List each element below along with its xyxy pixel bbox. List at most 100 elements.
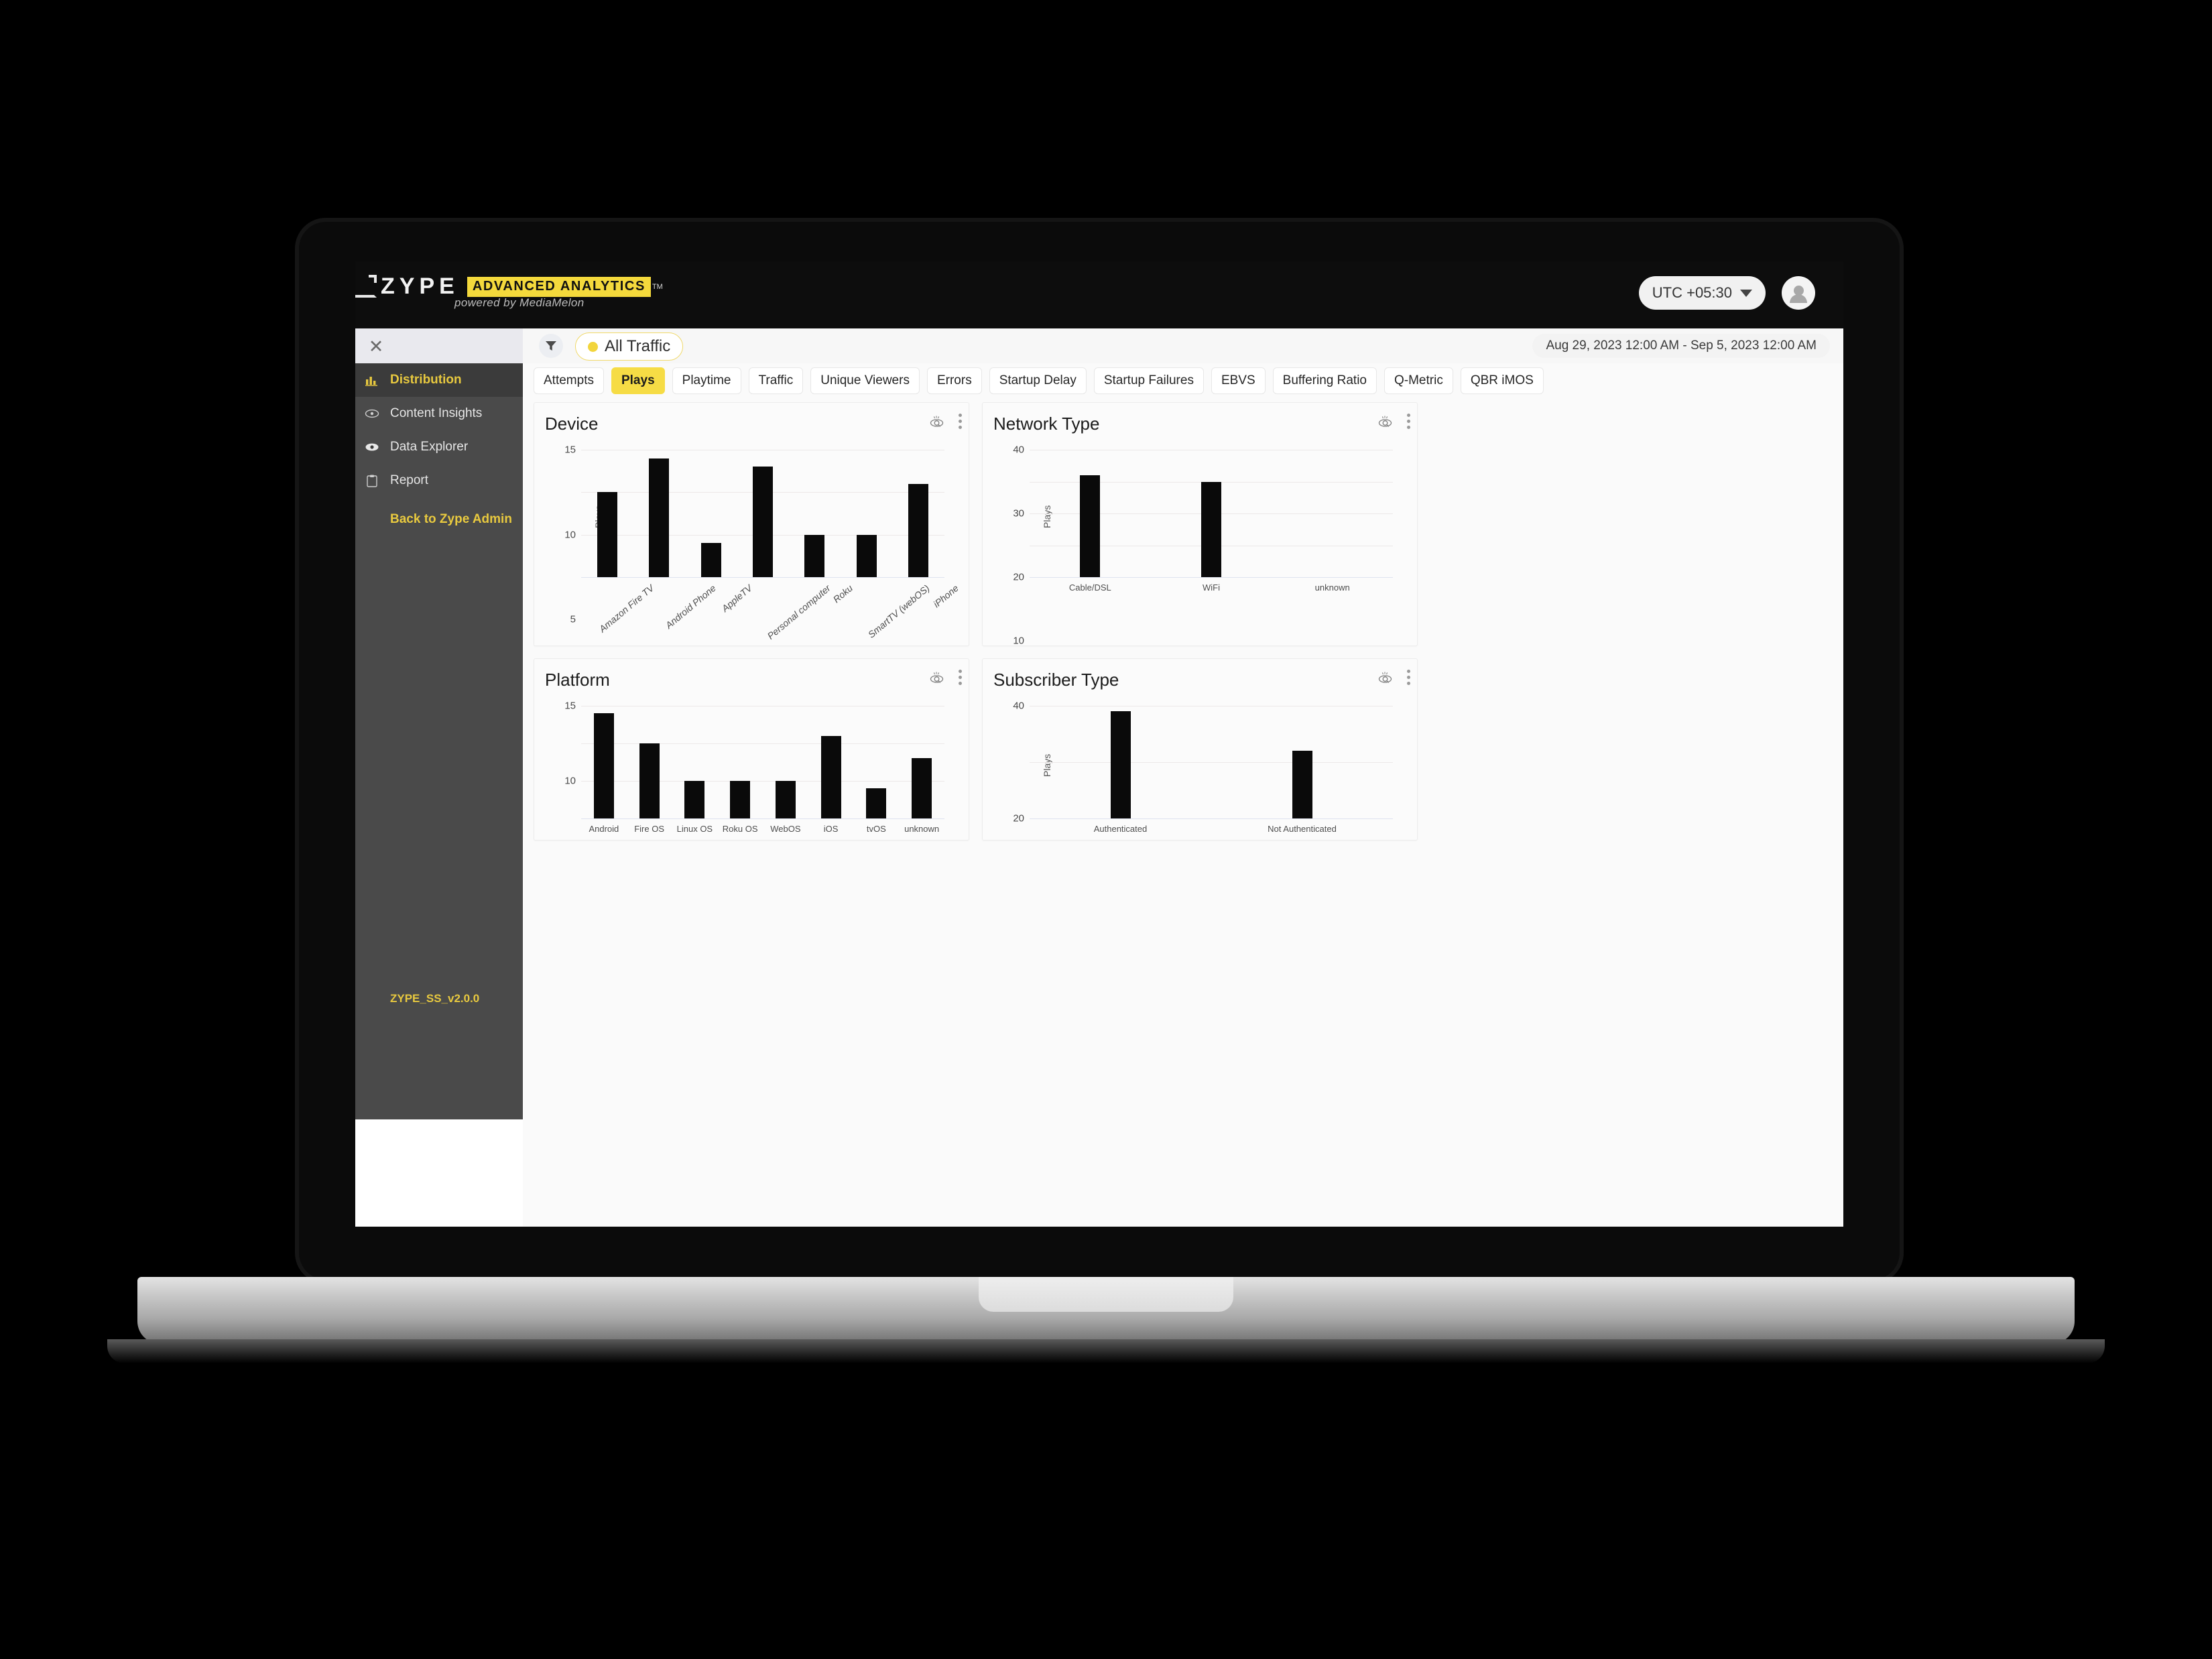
bar[interactable]: [775, 781, 796, 818]
kebab-menu-icon[interactable]: [1407, 670, 1410, 685]
bar[interactable]: [684, 781, 705, 818]
eye-insight-icon[interactable]: [1377, 671, 1395, 684]
bar[interactable]: [820, 735, 841, 818]
bar-cell[interactable]: [893, 450, 944, 577]
eye-insight-icon[interactable]: [929, 671, 946, 684]
tab-attempts[interactable]: Attempts: [534, 367, 604, 394]
kebab-menu-icon[interactable]: [1407, 414, 1410, 429]
bar-cell[interactable]: [737, 450, 788, 577]
tab-errors[interactable]: Errors: [926, 367, 982, 394]
kebab-menu-icon[interactable]: [959, 670, 962, 685]
bar[interactable]: [639, 743, 660, 818]
bar[interactable]: [1292, 751, 1312, 818]
bar[interactable]: [866, 788, 887, 818]
x-axis-tick: Personal computer: [765, 582, 833, 641]
kebab-menu-icon[interactable]: [959, 414, 962, 429]
tab-startup-delay[interactable]: Startup Delay: [989, 367, 1087, 394]
x-axis-labels: Amazon Fire TV Android Phone AppleTV Person…: [581, 582, 961, 641]
y-axis-tick: 5: [570, 613, 576, 625]
bar-cell[interactable]: [627, 706, 672, 818]
sidebar-item-distribution[interactable]: Distribution: [355, 363, 523, 397]
bar[interactable]: [1110, 711, 1131, 818]
bar-cell[interactable]: [1151, 450, 1272, 577]
x-axis-tick: Authenticated: [1093, 824, 1148, 834]
bar-cell[interactable]: [899, 706, 944, 818]
bar[interactable]: [593, 713, 614, 818]
sidebar-item-content-insights[interactable]: Content Insights: [355, 397, 523, 430]
bar-cell[interactable]: [1030, 450, 1151, 577]
y-axis-tick: 10: [564, 529, 576, 541]
brand-badge: ADVANCED ANALYTICS: [467, 276, 651, 297]
laptop-base: [137, 1277, 2075, 1344]
sidebar: ✕ Distribution Content Insights Data Exp…: [355, 328, 523, 1119]
timezone-selector[interactable]: UTC +05:30: [1638, 276, 1766, 310]
app-header: ZYPE ADVANCED ANALYTICS TM powered by Me…: [355, 261, 1843, 328]
date-range-picker[interactable]: Aug 29, 2023 12:00 AM - Sep 5, 2023 12:0…: [1532, 334, 1830, 358]
tab-q-metric[interactable]: Q-Metric: [1384, 367, 1453, 394]
eye-insight-icon[interactable]: [1377, 415, 1395, 428]
bar[interactable]: [908, 483, 929, 577]
eye-insight-icon[interactable]: [929, 415, 946, 428]
bar-cell[interactable]: [1272, 450, 1393, 577]
page-title: Subscriber Type: [993, 670, 1119, 690]
bar-series: [581, 706, 944, 818]
y-axis-tick: 40: [1013, 444, 1024, 456]
bar[interactable]: [912, 758, 932, 818]
x-axis-tick: Not Authenticated: [1268, 824, 1337, 834]
x-axis-tick: Fire OS: [634, 824, 665, 834]
sidebar-item-report[interactable]: Report: [355, 464, 523, 497]
bar-cell[interactable]: [1030, 706, 1211, 818]
tab-ebvs[interactable]: EBVS: [1211, 367, 1266, 394]
tab-plays[interactable]: Plays: [611, 367, 665, 394]
avatar[interactable]: [1782, 276, 1815, 310]
bar-cell[interactable]: [717, 706, 763, 818]
bar[interactable]: [597, 492, 617, 577]
bar-cell[interactable]: [581, 706, 627, 818]
bar[interactable]: [649, 458, 670, 577]
tab-buffering-ratio[interactable]: Buffering Ratio: [1272, 367, 1377, 394]
x-axis-tick: Roku OS: [722, 824, 758, 834]
bar-cell[interactable]: [1211, 706, 1393, 818]
bar[interactable]: [1080, 475, 1101, 577]
tab-qbr-imos[interactable]: QBR iMOS: [1460, 367, 1544, 394]
chart-device: Plays051015Amazon Fire TVAndroid PhoneAp…: [534, 438, 969, 711]
bar-cell[interactable]: [685, 450, 737, 577]
x-axis-tick: unknown: [1314, 582, 1350, 593]
tab-playtime[interactable]: Playtime: [672, 367, 741, 394]
x-axis-tick: Android: [589, 824, 619, 834]
bar-cell[interactable]: [841, 450, 892, 577]
tab-startup-failures[interactable]: Startup Failures: [1093, 367, 1204, 394]
x-axis-labels: Authenticated Not Authenticated: [1030, 824, 1393, 834]
bar-cell[interactable]: [789, 450, 841, 577]
bar-cell[interactable]: [672, 706, 718, 818]
page-title: Device: [545, 414, 599, 434]
bar-cell[interactable]: [581, 450, 633, 577]
bar[interactable]: [752, 467, 773, 577]
card-header: Network Type: [983, 403, 1417, 443]
plot-area: Plays051015Amazon Fire TVAndroid PhoneAp…: [564, 444, 961, 711]
bar-cell[interactable]: [854, 706, 900, 818]
sidebar-item-data-explorer[interactable]: Data Explorer: [355, 430, 523, 464]
bar[interactable]: [856, 534, 877, 577]
chart-row-1: Device 5 10 15 Amazon Fire TV Android Ph…: [534, 402, 1841, 711]
bar[interactable]: [700, 543, 721, 577]
card-actions: [929, 414, 962, 429]
sidebar-item-back-to-zype-admin[interactable]: Back to Zype Admin: [355, 512, 523, 527]
tab-unique-viewers[interactable]: Unique Viewers: [810, 367, 920, 394]
bar-cell[interactable]: [808, 706, 854, 818]
x-axis-tick: Roku: [831, 582, 855, 605]
avatar-shoulders: [1790, 294, 1807, 303]
bar-series: [1030, 450, 1393, 577]
bar[interactable]: [1201, 481, 1221, 577]
bar[interactable]: [804, 534, 825, 577]
tab-traffic[interactable]: Traffic: [748, 367, 804, 394]
traffic-filter-chip[interactable]: All Traffic: [575, 332, 684, 361]
chart-network-type: Plays010203040Cable/DSLWiFiunknown: [983, 438, 1417, 711]
bar[interactable]: [730, 781, 751, 818]
filter-icon[interactable]: [539, 334, 563, 358]
sidebar-item-label: Content Insights: [390, 406, 483, 420]
x-axis-tick: tvOS: [866, 824, 886, 834]
bar-cell[interactable]: [763, 706, 808, 818]
close-icon[interactable]: ✕: [365, 335, 387, 358]
bar-cell[interactable]: [633, 450, 684, 577]
